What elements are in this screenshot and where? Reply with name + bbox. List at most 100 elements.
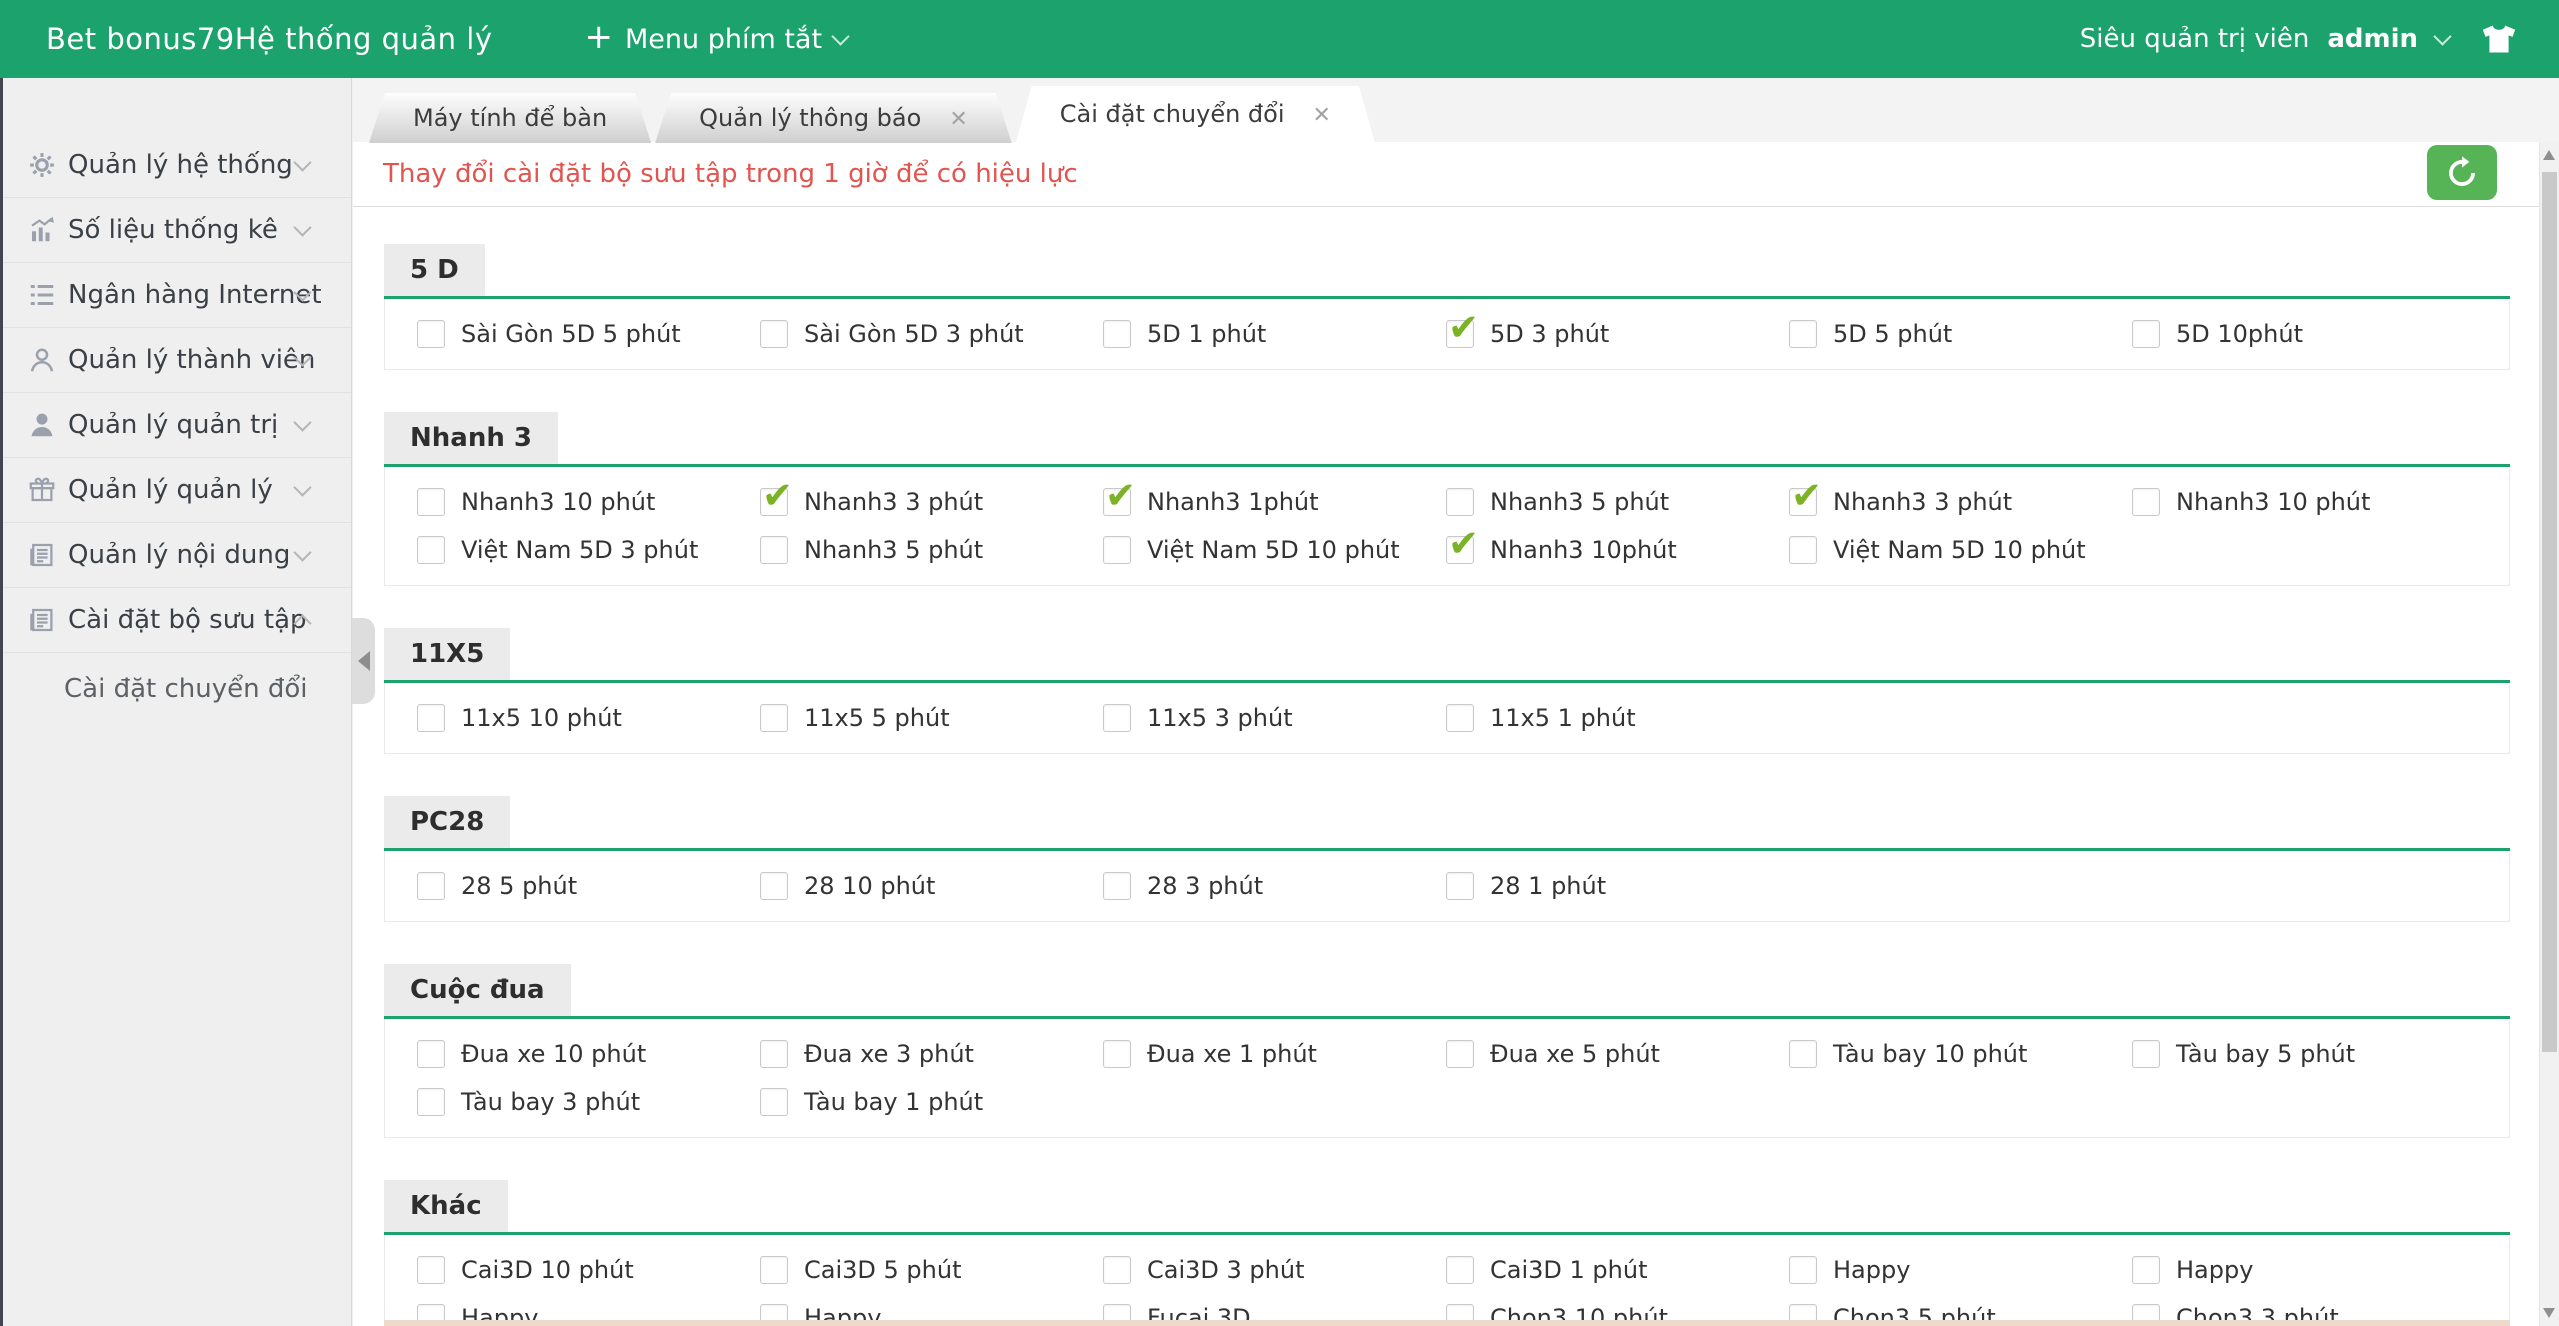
game-option[interactable]: Nhanh3 5 phút — [1414, 478, 1757, 526]
checkbox-unchecked[interactable] — [1789, 1040, 1817, 1068]
game-option[interactable]: Sài Gòn 5D 5 phút — [385, 310, 728, 358]
game-option[interactable]: 28 1 phút — [1414, 862, 1757, 910]
checkbox-checked[interactable]: ✔ — [760, 474, 793, 517]
checkbox-unchecked[interactable] — [1103, 536, 1131, 564]
sidebar-item[interactable]: Quản lý hệ thống — [0, 133, 351, 198]
game-option[interactable]: Happy — [1757, 1246, 2100, 1294]
game-option[interactable]: Cai3D 5 phút — [728, 1246, 1071, 1294]
game-option[interactable]: 11x5 3 phút — [1071, 694, 1414, 742]
game-option[interactable]: Sài Gòn 5D 3 phút — [728, 310, 1071, 358]
game-option[interactable]: Tàu bay 1 phút — [728, 1078, 1071, 1126]
checkbox-unchecked[interactable] — [417, 1040, 445, 1068]
sidebar-item[interactable]: Cài đặt bộ sưu tập — [0, 588, 351, 653]
checkbox-unchecked[interactable] — [417, 536, 445, 564]
checkbox-checked[interactable]: ✔ — [1446, 306, 1479, 349]
game-option[interactable]: Đua xe 5 phút — [1414, 1030, 1757, 1078]
checkbox-unchecked[interactable] — [1789, 1256, 1817, 1284]
checkbox-unchecked[interactable] — [1103, 320, 1131, 348]
checkbox-unchecked[interactable] — [760, 704, 788, 732]
checkbox-unchecked[interactable] — [760, 1040, 788, 1068]
checkbox-unchecked[interactable] — [1103, 872, 1131, 900]
checkbox-unchecked[interactable] — [417, 1256, 445, 1284]
scrollbar-thumb[interactable] — [2542, 172, 2557, 1052]
checkbox-unchecked[interactable] — [760, 1256, 788, 1284]
checkbox-unchecked[interactable] — [417, 704, 445, 732]
checkbox-unchecked[interactable] — [417, 872, 445, 900]
checkbox-unchecked[interactable] — [1446, 1256, 1474, 1284]
game-option[interactable]: ✔ Nhanh3 1phút — [1071, 474, 1414, 526]
checkbox-unchecked[interactable] — [1103, 1040, 1131, 1068]
game-option[interactable]: Việt Nam 5D 3 phút — [385, 526, 728, 574]
sidebar-item[interactable]: Số liệu thống kê — [0, 198, 351, 263]
sidebar-item[interactable]: Quản lý quản trị — [0, 393, 351, 458]
checkbox-unchecked[interactable] — [1446, 704, 1474, 732]
game-option[interactable]: Nhanh3 5 phút — [728, 526, 1071, 574]
game-option[interactable]: ✔ Nhanh3 3 phút — [728, 474, 1071, 526]
sidebar-item[interactable]: Ngân hàng Internet — [0, 263, 351, 328]
theme-shirt-icon[interactable] — [2481, 23, 2517, 55]
game-option[interactable]: Việt Nam 5D 10 phút — [1757, 526, 2100, 574]
checkbox-checked[interactable]: ✔ — [1789, 474, 1822, 517]
sidebar-item[interactable]: Quản lý nội dung — [0, 523, 351, 588]
checkbox-unchecked[interactable] — [2132, 1256, 2160, 1284]
checkbox-unchecked[interactable] — [417, 320, 445, 348]
checkbox-unchecked[interactable] — [1446, 1040, 1474, 1068]
game-option[interactable]: Tàu bay 10 phút — [1757, 1030, 2100, 1078]
game-option[interactable]: Đua xe 10 phút — [385, 1030, 728, 1078]
game-option[interactable]: 28 5 phút — [385, 862, 728, 910]
checkbox-checked[interactable]: ✔ — [1103, 474, 1136, 517]
shortcut-menu-button[interactable]: + Menu phím tắt — [585, 20, 850, 55]
game-option[interactable]: 28 10 phút — [728, 862, 1071, 910]
game-option[interactable]: 5D 5 phút — [1757, 310, 2100, 358]
checkbox-unchecked[interactable] — [1789, 536, 1817, 564]
sidebar-collapse-handle[interactable] — [352, 618, 375, 704]
game-option[interactable]: Việt Nam 5D 10 phút — [1071, 526, 1414, 574]
game-option[interactable]: Tàu bay 3 phút — [385, 1078, 728, 1126]
close-icon[interactable]: ✕ — [949, 107, 967, 132]
tab[interactable]: Cài đặt chuyển đổi ✕ — [1016, 86, 1375, 143]
game-option[interactable]: 11x5 1 phút — [1414, 694, 1757, 742]
game-option[interactable]: 11x5 10 phút — [385, 694, 728, 742]
checkbox-checked[interactable]: ✔ — [1446, 522, 1479, 565]
game-option[interactable]: Happy — [2100, 1246, 2443, 1294]
game-option[interactable]: Cai3D 10 phút — [385, 1246, 728, 1294]
game-option[interactable]: Cai3D 1 phút — [1414, 1246, 1757, 1294]
scroll-down-button[interactable] — [2543, 1308, 2555, 1318]
checkbox-unchecked[interactable] — [2132, 1040, 2160, 1068]
game-option[interactable]: Nhanh3 10 phút — [2100, 478, 2443, 526]
checkbox-unchecked[interactable] — [417, 488, 445, 516]
tab[interactable]: Máy tính để bàn — [369, 93, 651, 143]
game-option[interactable]: ✔ Nhanh3 10phút — [1414, 522, 1757, 574]
tab[interactable]: Quản lý thông báo ✕ — [655, 93, 1012, 143]
checkbox-unchecked[interactable] — [760, 536, 788, 564]
game-option[interactable]: 5D 1 phút — [1071, 310, 1414, 358]
game-option[interactable]: 5D 10phút — [2100, 310, 2443, 358]
game-option[interactable]: 28 3 phút — [1071, 862, 1414, 910]
checkbox-unchecked[interactable] — [1103, 704, 1131, 732]
close-icon[interactable]: ✕ — [1313, 103, 1331, 128]
checkbox-unchecked[interactable] — [1446, 488, 1474, 516]
game-option[interactable]: Nhanh3 10 phút — [385, 478, 728, 526]
checkbox-unchecked[interactable] — [2132, 488, 2160, 516]
game-option[interactable]: ✔ Nhanh3 3 phút — [1757, 474, 2100, 526]
game-option[interactable]: Đua xe 1 phút — [1071, 1030, 1414, 1078]
checkbox-unchecked[interactable] — [1103, 1256, 1131, 1284]
sidebar-item[interactable]: Quản lý quản lý — [0, 458, 351, 523]
checkbox-unchecked[interactable] — [417, 1088, 445, 1116]
checkbox-unchecked[interactable] — [1789, 320, 1817, 348]
game-option[interactable]: Tàu bay 5 phút — [2100, 1030, 2443, 1078]
username-dropdown[interactable]: admin — [2327, 24, 2418, 54]
sidebar-item[interactable]: Quản lý thành viên — [0, 328, 351, 393]
game-option[interactable]: ✔ 5D 3 phút — [1414, 306, 1757, 358]
checkbox-unchecked[interactable] — [760, 320, 788, 348]
checkbox-unchecked[interactable] — [1446, 872, 1474, 900]
game-option[interactable]: Cai3D 3 phút — [1071, 1246, 1414, 1294]
sidebar-subitem-conversion-settings[interactable]: Cài đặt chuyển đổi — [0, 653, 351, 725]
game-option[interactable]: Đua xe 3 phút — [728, 1030, 1071, 1078]
refresh-button[interactable] — [2427, 145, 2497, 200]
scroll-up-button[interactable] — [2543, 150, 2555, 160]
checkbox-unchecked[interactable] — [2132, 320, 2160, 348]
checkbox-unchecked[interactable] — [760, 872, 788, 900]
checkbox-unchecked[interactable] — [760, 1088, 788, 1116]
game-option[interactable]: 11x5 5 phút — [728, 694, 1071, 742]
